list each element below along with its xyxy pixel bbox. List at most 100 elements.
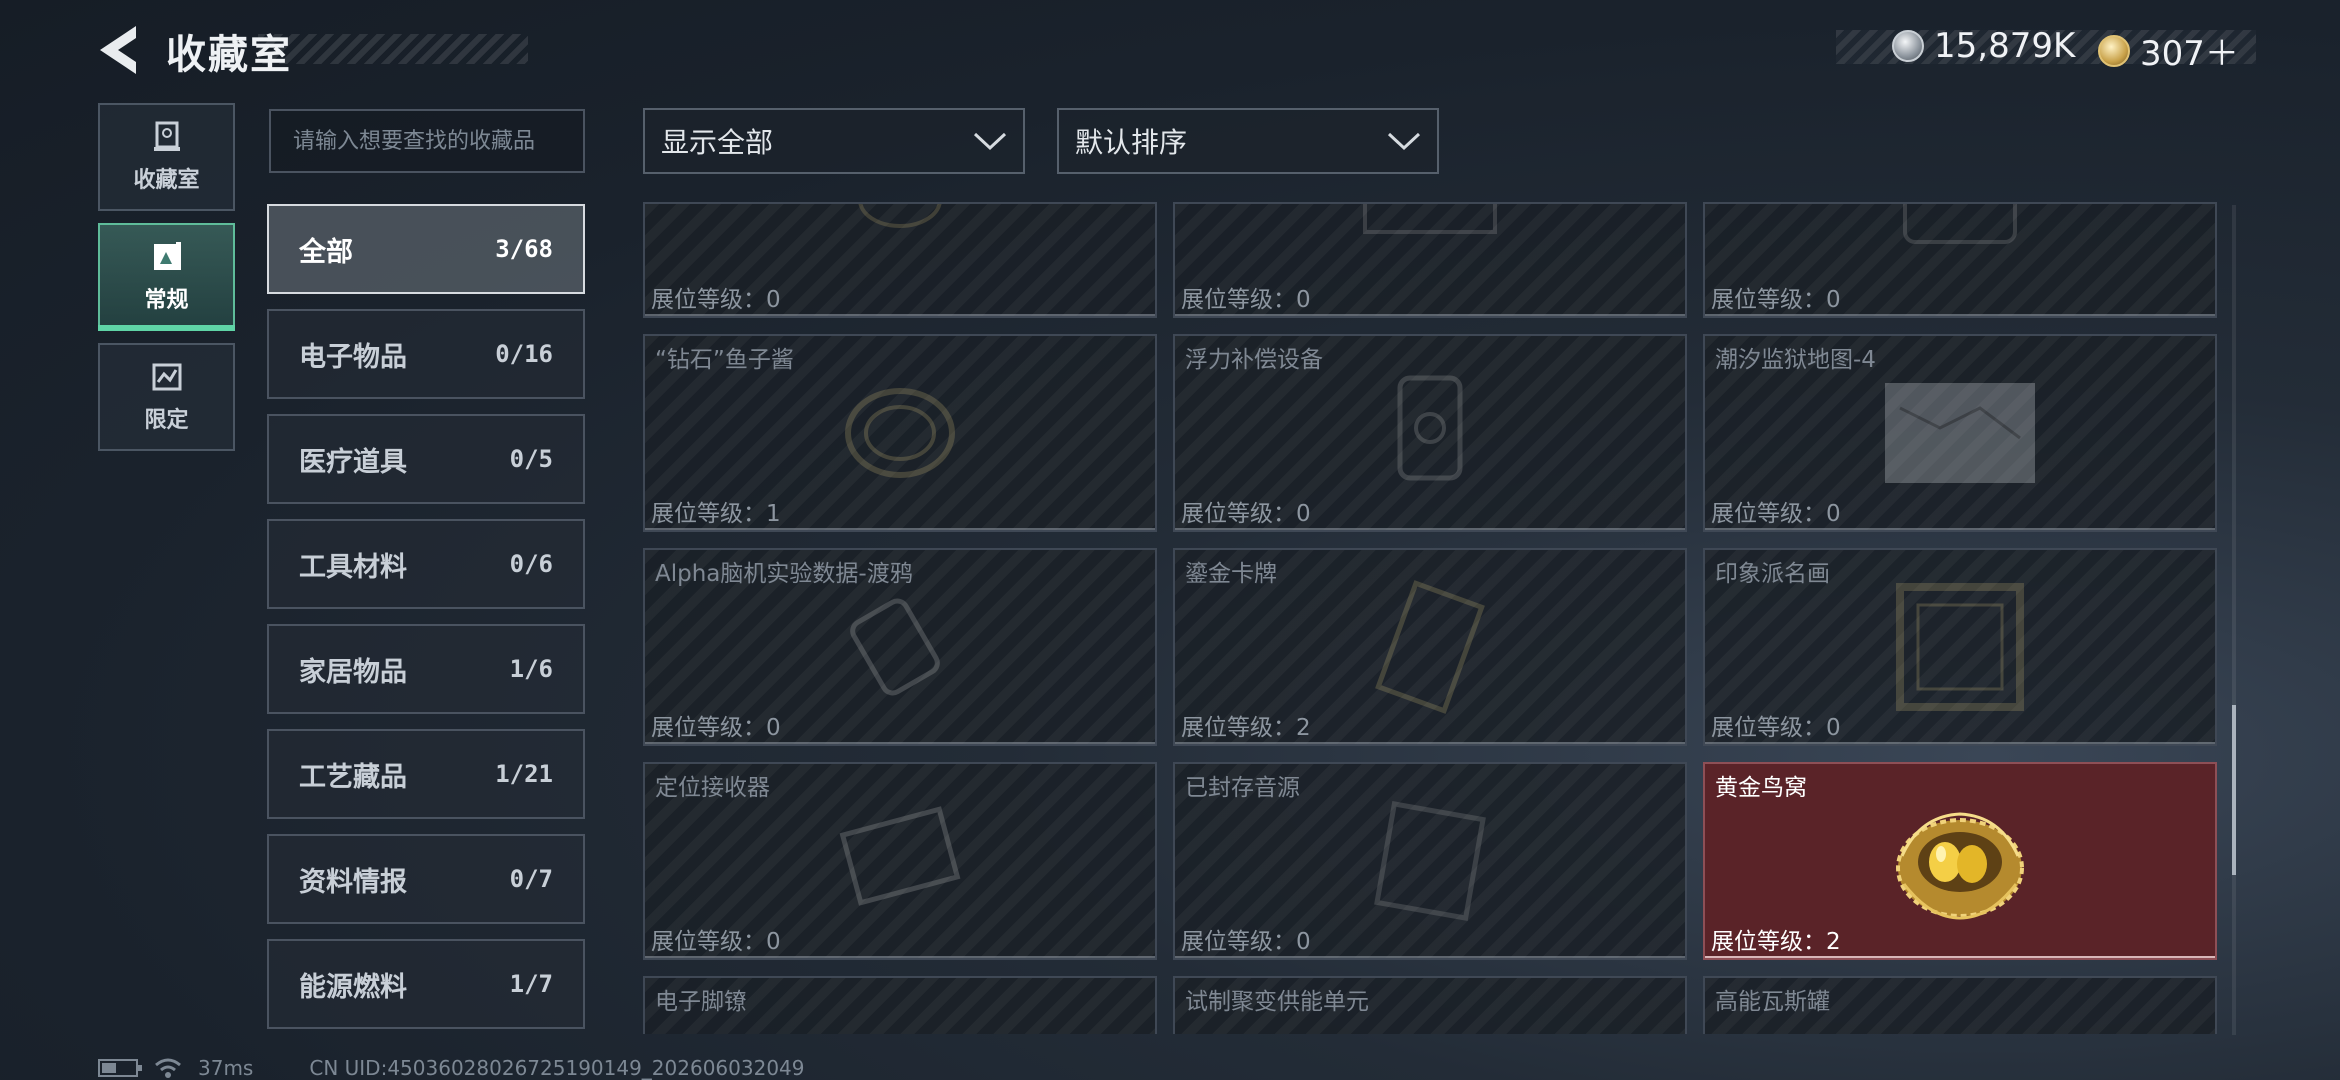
title-decoration xyxy=(258,34,528,64)
category-crafts[interactable]: 工艺藏品 1/21 xyxy=(267,729,585,819)
item-card[interactable]: 已封存音源 展位等级：0 xyxy=(1173,762,1687,960)
item-name: “钻石”鱼子酱 xyxy=(655,347,794,373)
item-name: 电子脚镣 xyxy=(655,989,747,1015)
page-title: 收藏室 xyxy=(166,32,292,78)
player-uid: CN UID:4503602802672519​0149_20260603204… xyxy=(309,1056,805,1080)
gallery-icon xyxy=(153,242,181,270)
grid-scrollbar[interactable] xyxy=(2232,205,2236,1035)
category-count: 0/7 xyxy=(509,865,553,893)
item-card[interactable]: 定位接收器 展位等级：0 xyxy=(643,762,1157,960)
status-bar: 37ms CN UID:4503602802672519​0149_202606… xyxy=(98,1056,805,1080)
category-count: 3/68 xyxy=(495,235,553,263)
gold-coin-icon xyxy=(2098,34,2130,67)
item-image xyxy=(839,806,961,906)
gold-currency[interactable]: 307＋ xyxy=(2098,26,2239,75)
side-tab-label: 限定 xyxy=(144,408,189,433)
back-button[interactable] xyxy=(96,22,144,78)
category-name: 能源燃料 xyxy=(299,971,407,1003)
item-card[interactable]: 试制聚变供能单元 xyxy=(1173,976,1687,1034)
category-count: 1/7 xyxy=(509,970,553,998)
item-image xyxy=(1885,383,2035,483)
item-name: Alpha脑机实验数据-渡鸦 xyxy=(655,561,913,587)
category-count: 1/6 xyxy=(509,655,553,683)
collection-grid: 展位等级：0 展位等级：0 展位等级：0 “钻石”鱼子酱 展位等级：1 浮力补偿… xyxy=(643,202,2217,1034)
scrollbar-thumb[interactable] xyxy=(2232,705,2236,875)
category-medical[interactable]: 医疗道具 0/5 xyxy=(267,414,585,504)
category-intel[interactable]: 资料情报 0/7 xyxy=(267,834,585,924)
item-level: 展位等级：0 xyxy=(1711,501,1841,527)
item-image xyxy=(1397,375,1463,481)
gold-currency-value: 307＋ xyxy=(2140,34,2239,74)
item-card[interactable]: 鎏金卡牌 展位等级：2 xyxy=(1173,548,1687,746)
side-tab-regular[interactable]: 常规 xyxy=(98,223,235,331)
category-count: 0/6 xyxy=(509,550,553,578)
side-tab-label: 收藏室 xyxy=(133,168,200,193)
side-tab-label: 常规 xyxy=(144,288,189,313)
side-tab-collection[interactable]: 收藏室 xyxy=(98,103,235,211)
item-name: 黄金鸟窝 xyxy=(1715,775,1807,801)
item-level: 展位等级：0 xyxy=(1181,501,1311,527)
category-list: 全部 3/68 电子物品 0/16 医疗道具 0/5 工具材料 0/6 家居物品… xyxy=(267,204,587,1044)
item-image xyxy=(845,388,955,478)
back-arrow-icon xyxy=(100,26,136,74)
item-level: 展位等级：0 xyxy=(651,287,781,313)
category-energy[interactable]: 能源燃料 1/7 xyxy=(267,939,585,1029)
item-card[interactable]: “钻石”鱼子酱 展位等级：1 xyxy=(643,334,1157,532)
category-name: 电子物品 xyxy=(299,341,407,373)
chevron-down-icon xyxy=(1387,132,1421,151)
item-name: 潮汐监狱地图-4 xyxy=(1715,347,1876,373)
wifi-icon xyxy=(155,1058,181,1078)
item-name: 高能瓦斯罐 xyxy=(1715,989,1830,1015)
display-filter-value: 显示全部 xyxy=(661,126,774,159)
item-name: 定位接收器 xyxy=(655,775,770,801)
side-tab-limited[interactable]: 限定 xyxy=(98,343,235,451)
category-name: 工具材料 xyxy=(299,551,407,583)
category-name: 医疗道具 xyxy=(299,446,407,478)
category-household[interactable]: 家居物品 1/6 xyxy=(267,624,585,714)
item-image xyxy=(1896,583,2024,711)
category-name: 资料情报 xyxy=(299,866,407,898)
item-card[interactable]: 展位等级：0 xyxy=(1173,202,1687,318)
item-name: 鎏金卡牌 xyxy=(1185,561,1277,587)
item-level: 展位等级：1 xyxy=(651,501,781,527)
item-level: 展位等级：0 xyxy=(1181,287,1311,313)
sort-dropdown[interactable]: 默认排序 xyxy=(1057,108,1439,174)
item-name: 浮力补偿设备 xyxy=(1185,347,1323,373)
item-image xyxy=(1374,801,1486,921)
sort-value: 默认排序 xyxy=(1075,126,1188,159)
ping-value: 37ms xyxy=(198,1056,254,1080)
item-image xyxy=(858,204,942,229)
item-card-owned[interactable]: 黄金鸟窝 展位等级：2 xyxy=(1703,762,2217,960)
limited-icon xyxy=(152,363,181,391)
category-count: 0/5 xyxy=(509,445,553,473)
item-card[interactable]: 展位等级：0 xyxy=(643,202,1157,318)
item-image xyxy=(1375,580,1485,714)
silver-currency: 15,879K xyxy=(1892,26,2075,66)
category-count: 0/16 xyxy=(495,340,553,368)
category-all[interactable]: 全部 3/68 xyxy=(267,204,585,294)
item-card[interactable]: 高能瓦斯罐 xyxy=(1703,976,2217,1034)
item-name: 试制聚变供能单元 xyxy=(1185,989,1369,1015)
item-card[interactable]: Alpha脑机实验数据-渡鸦 展位等级：0 xyxy=(643,548,1157,746)
item-name: 印象派名画 xyxy=(1715,561,1830,587)
item-card[interactable]: 电子脚镣 xyxy=(643,976,1157,1034)
category-tools[interactable]: 工具材料 0/6 xyxy=(267,519,585,609)
category-name: 工艺藏品 xyxy=(299,761,407,793)
item-card[interactable]: 潮汐监狱地图-4 展位等级：0 xyxy=(1703,334,2217,532)
item-card[interactable]: 浮力补偿设备 展位等级：0 xyxy=(1173,334,1687,532)
category-electronics[interactable]: 电子物品 0/16 xyxy=(267,309,585,399)
search-box xyxy=(269,109,585,173)
item-level: 展位等级：0 xyxy=(651,715,781,741)
item-level: 展位等级：2 xyxy=(1181,715,1311,741)
trophy-icon xyxy=(153,121,180,151)
item-image xyxy=(1363,204,1497,235)
item-card[interactable]: 展位等级：0 xyxy=(1703,202,2217,318)
item-card[interactable]: 印象派名画 展位等级：0 xyxy=(1703,548,2217,746)
golden-nest-image xyxy=(1896,812,2024,920)
search-input[interactable] xyxy=(293,128,561,154)
item-level: 展位等级：0 xyxy=(1711,287,1841,313)
silver-coin-icon xyxy=(1892,30,1924,62)
category-count: 1/21 xyxy=(495,760,553,788)
display-filter-dropdown[interactable]: 显示全部 xyxy=(643,108,1025,174)
silver-currency-value: 15,879K xyxy=(1934,26,2076,66)
